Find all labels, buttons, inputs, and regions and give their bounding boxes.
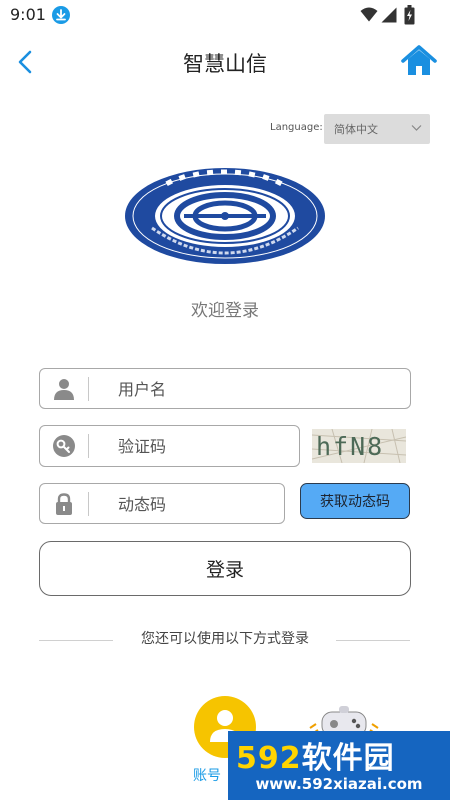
language-select[interactable]: 简体中文 [324, 114, 430, 144]
battery-icon [404, 5, 415, 25]
otp-input[interactable] [118, 484, 278, 524]
captcha-field[interactable] [39, 425, 300, 467]
divider-right [336, 640, 410, 641]
lock-icon [56, 493, 72, 515]
site-watermark: 592软件园 www.592xiazai.com [228, 731, 450, 800]
welcome-text: 欢迎登录 [191, 301, 259, 321]
home-icon[interactable] [400, 44, 438, 78]
captcha-noise: hfN8 [312, 429, 406, 463]
download-icon [52, 6, 70, 24]
captcha-image[interactable]: hfN8 [312, 429, 406, 463]
watermark-brand: 592软件园 [236, 733, 395, 777]
nav-bar: 智慧山信 [0, 36, 450, 88]
language-value: 简体中文 [334, 123, 378, 136]
captcha-text: hfN8 [316, 432, 384, 461]
school-logo [125, 168, 325, 264]
watermark-brand-number: 592 [236, 741, 302, 776]
page-title: 智慧山信 [183, 52, 267, 76]
key-icon [53, 435, 75, 457]
field-divider [88, 377, 89, 401]
field-divider [88, 492, 89, 516]
wifi-icon [360, 7, 378, 22]
field-divider [88, 434, 89, 458]
username-field[interactable] [39, 368, 411, 409]
status-bar: 9:01 [0, 0, 450, 30]
status-time: 9:01 [10, 5, 46, 24]
watermark-brand-text: 软件园 [301, 741, 395, 776]
otp-field[interactable] [39, 483, 285, 524]
get-otp-button[interactable]: 获取动态码 [300, 483, 410, 519]
account-login-label: 账号 [193, 768, 221, 784]
username-input[interactable] [118, 369, 398, 409]
watermark-url: www.592xiazai.com [255, 775, 423, 793]
login-screen: 9:01 智慧山信 Language: 简体中文 欢迎登录 用户名 验证码 hf… [0, 0, 450, 800]
login-button[interactable]: 登录 [39, 541, 411, 596]
language-label: Language: [270, 122, 323, 133]
signal-icon [381, 7, 397, 23]
user-icon [54, 379, 74, 400]
chevron-down-icon [411, 125, 422, 131]
alt-login-text: 您还可以使用以下方式登录 [141, 631, 309, 647]
captcha-input[interactable] [118, 426, 288, 466]
